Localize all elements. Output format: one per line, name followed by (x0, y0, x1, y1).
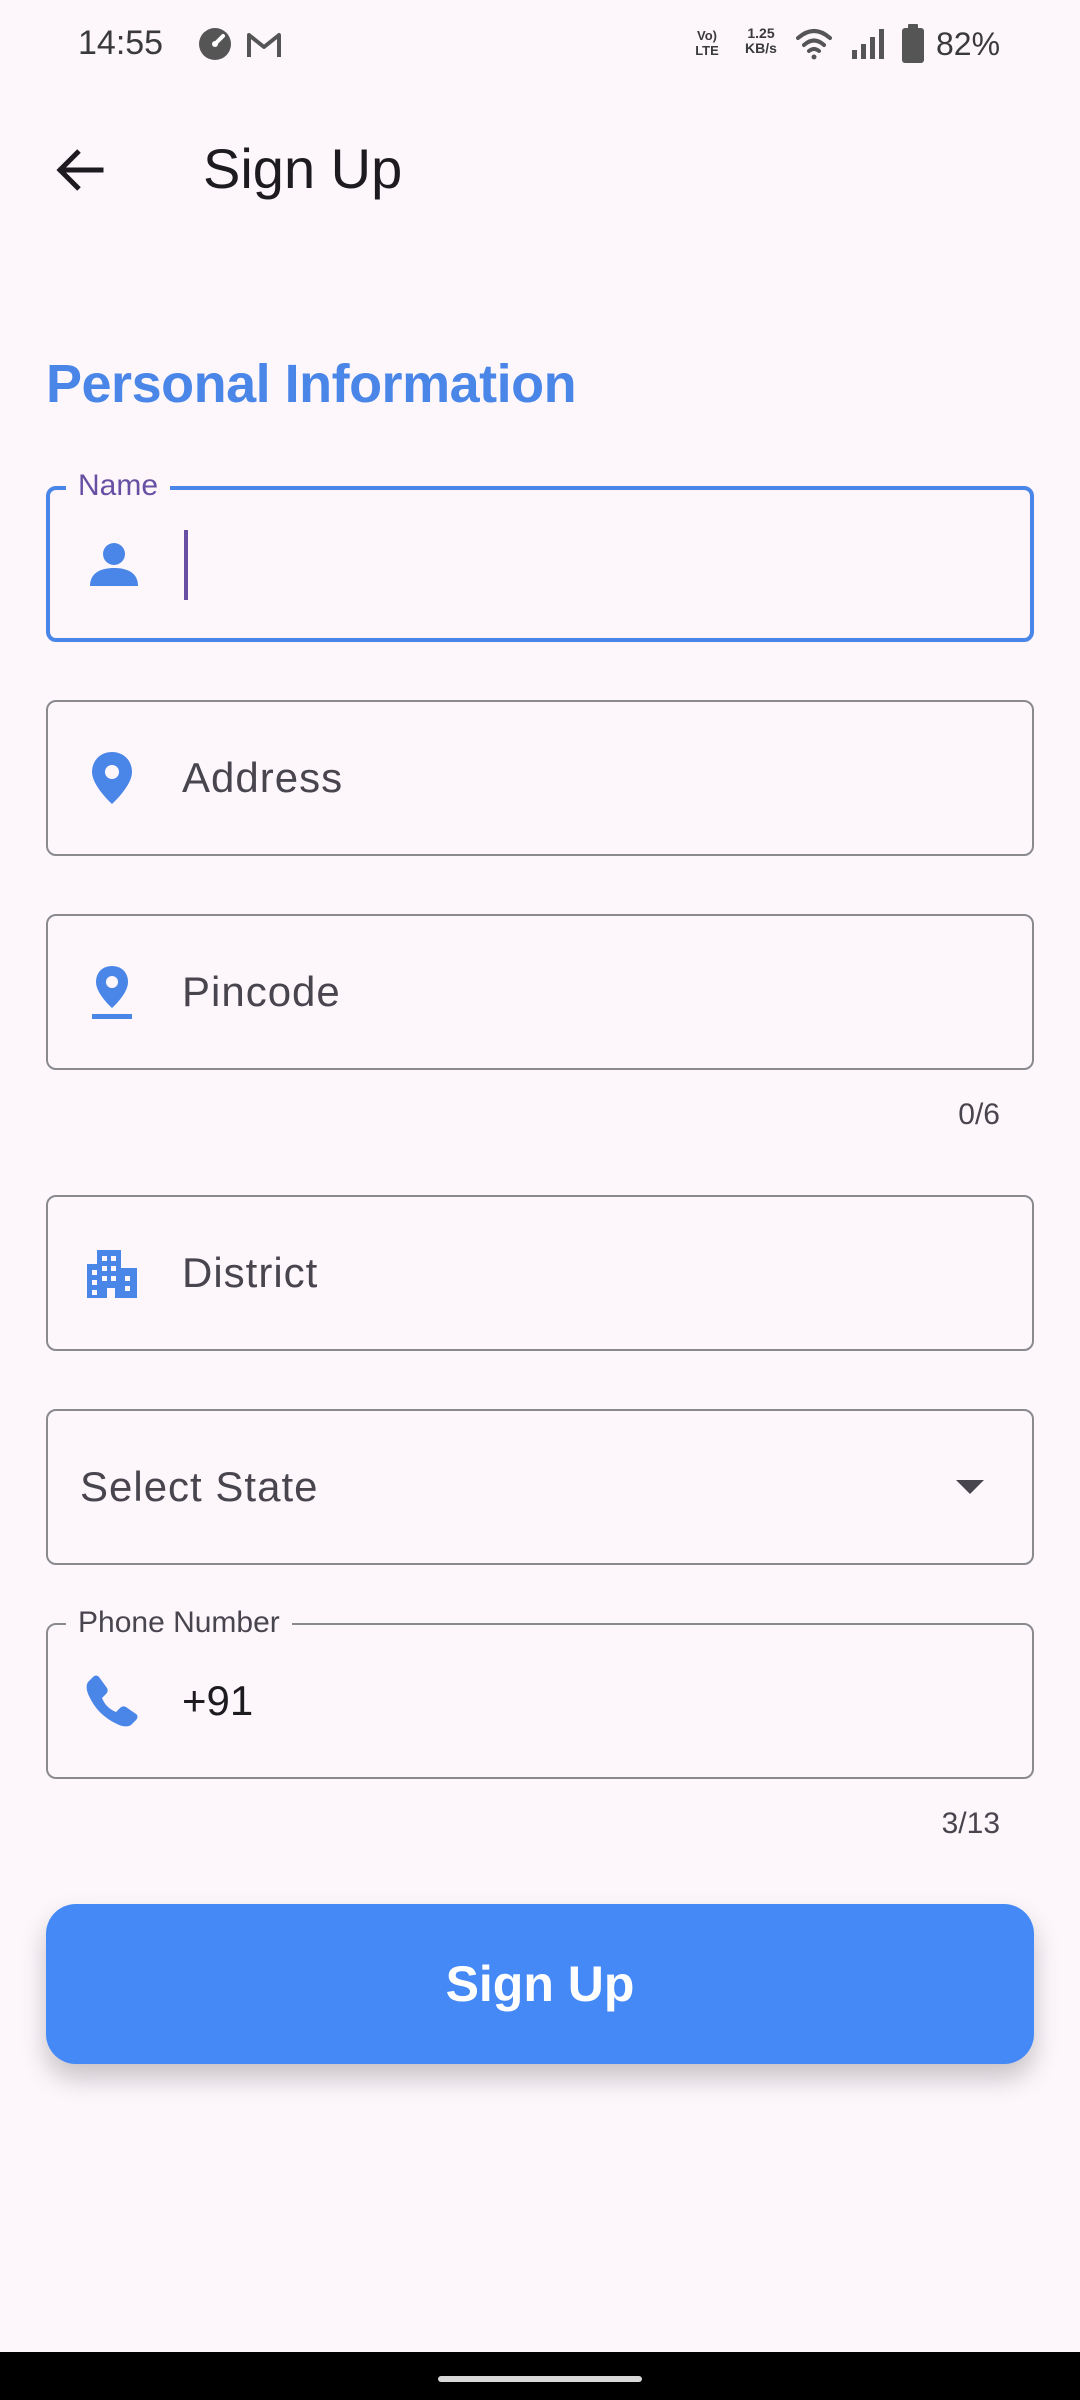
state-dropdown-label: Select State (80, 1463, 319, 1510)
phone-input[interactable]: +91 (182, 1677, 253, 1725)
wifi-icon (796, 29, 832, 60)
status-time: 14:55 (78, 24, 164, 62)
section-title: Personal Information (46, 354, 577, 414)
location-pin-icon (84, 750, 140, 806)
battery-percent: 82% (936, 26, 1001, 62)
battery-icon (902, 24, 924, 63)
pincode-field[interactable]: Pincode (46, 914, 1034, 1070)
pin-drop-icon (84, 964, 140, 1020)
address-input[interactable]: Address (182, 754, 343, 802)
name-field[interactable]: Name (46, 468, 1034, 642)
signup-button-label: Sign Up (445, 1956, 635, 2012)
phone-field-label: Phone Number (66, 1605, 292, 1641)
state-dropdown[interactable]: Select State (46, 1409, 1034, 1565)
navigation-bar (0, 2352, 1080, 2400)
signup-button[interactable]: Sign Up (46, 1904, 1034, 2064)
speedometer-icon (199, 28, 231, 60)
signal-icon (852, 29, 884, 59)
phone-icon (84, 1673, 140, 1729)
net-speed-value: 1.25 (747, 25, 775, 41)
net-speed: 1.25 KB/s (740, 26, 782, 56)
apartment-icon (84, 1245, 140, 1301)
page-title: Sign Up (203, 137, 403, 200)
address-field[interactable]: Address (46, 700, 1034, 856)
arrow-drop-down-icon (956, 1480, 984, 1494)
pincode-counter: 0/6 (958, 1098, 1000, 1131)
text-cursor (184, 530, 188, 600)
gmail-icon (247, 33, 281, 57)
district-input[interactable]: District (182, 1249, 318, 1297)
district-field[interactable]: District (46, 1195, 1034, 1351)
phone-counter: 3/13 (941, 1807, 1000, 1840)
back-button[interactable] (40, 130, 120, 210)
pincode-input[interactable]: Pincode (182, 968, 341, 1016)
gesture-handle[interactable] (438, 2376, 642, 2382)
arrow-back-icon (56, 149, 104, 191)
app-bar: Sign Up (0, 100, 1080, 240)
phone-field[interactable]: Phone Number +91 (46, 1605, 1034, 1779)
name-field-label: Name (66, 468, 171, 504)
volte-icon: Vo) LTE (695, 28, 719, 58)
person-icon (86, 536, 142, 592)
status-bar: 14:55 Vo) LTE 1.25 KB/s 82% (0, 0, 1080, 92)
net-speed-unit: KB/s (745, 40, 777, 56)
